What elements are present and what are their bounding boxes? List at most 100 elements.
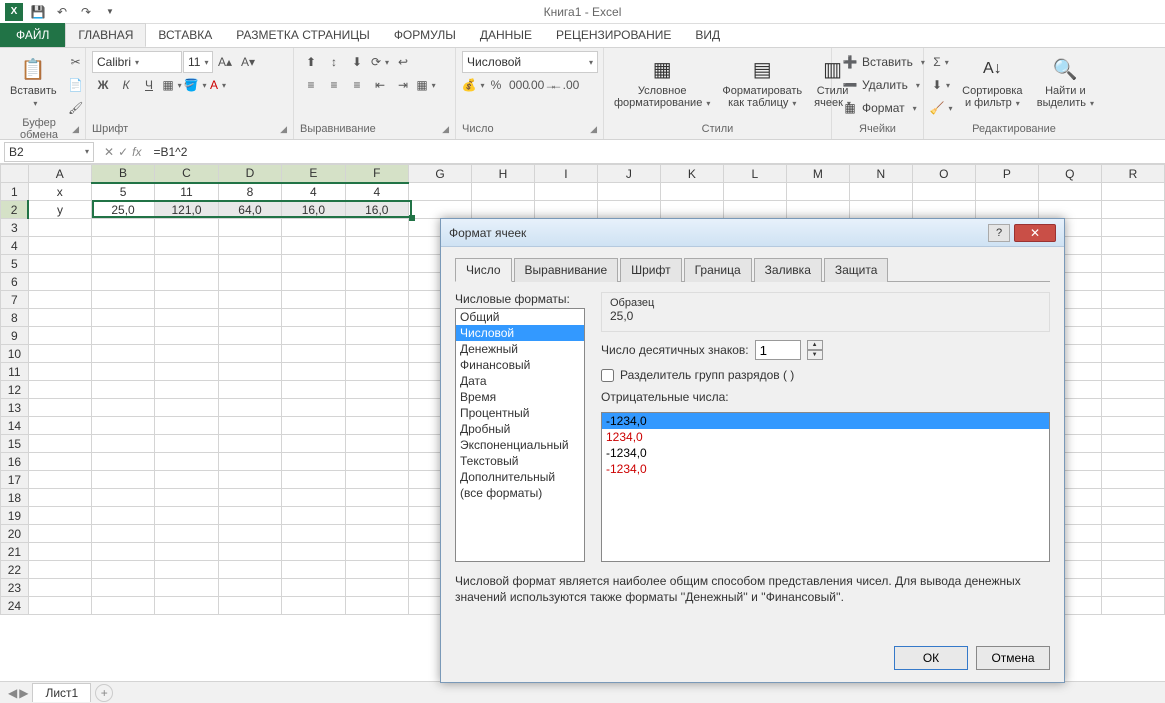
tab-formulas[interactable]: ФОРМУЛЫ — [382, 23, 468, 47]
negative-option[interactable]: -1234,0 — [602, 445, 1049, 461]
cell-C18[interactable] — [155, 489, 219, 507]
cell-K2[interactable] — [660, 201, 723, 219]
cell-I2[interactable] — [534, 201, 597, 219]
cell-E13[interactable] — [282, 399, 345, 417]
negative-numbers-list[interactable]: -1234,01234,0-1234,0-1234,0 — [601, 412, 1050, 562]
border-button[interactable]: ▦▾ — [161, 74, 183, 96]
fill-handle[interactable] — [409, 215, 415, 221]
accept-formula-icon[interactable]: ✓ — [118, 145, 128, 159]
cell-A17[interactable] — [28, 471, 91, 489]
row-header-4[interactable]: 4 — [1, 237, 29, 255]
col-header-J[interactable]: J — [597, 165, 660, 183]
cell-B6[interactable] — [91, 273, 154, 291]
shrink-font-icon[interactable]: A▾ — [237, 51, 259, 73]
cell-D5[interactable] — [218, 255, 281, 273]
redo-icon[interactable]: ↷ — [76, 2, 96, 22]
decrease-indent-icon[interactable]: ⇤ — [369, 74, 391, 96]
cell-A22[interactable] — [28, 561, 91, 579]
cell-F13[interactable] — [345, 399, 408, 417]
cell-F5[interactable] — [345, 255, 408, 273]
cell-B20[interactable] — [91, 525, 154, 543]
cell-R2[interactable] — [1101, 201, 1164, 219]
cell-F11[interactable] — [345, 363, 408, 381]
row-header-5[interactable]: 5 — [1, 255, 29, 273]
cell-R13[interactable] — [1101, 399, 1164, 417]
col-header-H[interactable]: H — [471, 165, 534, 183]
cell-B18[interactable] — [91, 489, 154, 507]
sheet-tab-1[interactable]: Лист1 — [32, 683, 91, 702]
col-header-P[interactable]: P — [975, 165, 1038, 183]
row-header-6[interactable]: 6 — [1, 273, 29, 291]
cell-A18[interactable] — [28, 489, 91, 507]
cell-M1[interactable] — [786, 183, 849, 201]
spin-up-icon[interactable]: ▲ — [807, 340, 823, 350]
cell-D14[interactable] — [218, 417, 281, 435]
cell-Q1[interactable] — [1038, 183, 1101, 201]
format-option[interactable]: Экспоненциальный — [456, 437, 584, 453]
cell-A1[interactable]: x — [28, 183, 91, 201]
cell-F3[interactable] — [345, 219, 408, 237]
cell-F4[interactable] — [345, 237, 408, 255]
number-launcher-icon[interactable]: ◢ — [590, 124, 597, 135]
cell-E6[interactable] — [282, 273, 345, 291]
dialog-tab-protection[interactable]: Защита — [824, 258, 889, 282]
cell-F8[interactable] — [345, 309, 408, 327]
dialog-tab-number[interactable]: Число — [455, 258, 512, 282]
format-painter-icon[interactable]: 🖌 — [65, 97, 87, 119]
cell-A4[interactable] — [28, 237, 91, 255]
cell-F23[interactable] — [345, 579, 408, 597]
format-as-table-button[interactable]: ▤ Форматировать как таблицу▾ — [718, 51, 806, 111]
cell-Q2[interactable] — [1038, 201, 1101, 219]
cell-G2[interactable] — [408, 201, 471, 219]
cell-R1[interactable] — [1101, 183, 1164, 201]
underline-button[interactable]: Ч — [138, 74, 160, 96]
cell-D7[interactable] — [218, 291, 281, 309]
sort-filter-button[interactable]: A↓ Сортировка и фильтр▾ — [956, 51, 1029, 111]
cell-C13[interactable] — [155, 399, 219, 417]
row-header-7[interactable]: 7 — [1, 291, 29, 309]
cell-B24[interactable] — [91, 597, 154, 615]
cell-F14[interactable] — [345, 417, 408, 435]
cut-icon[interactable]: ✂ — [65, 51, 87, 73]
row-header-1[interactable]: 1 — [1, 183, 29, 201]
cell-R24[interactable] — [1101, 597, 1164, 615]
cell-A3[interactable] — [28, 219, 91, 237]
cell-D15[interactable] — [218, 435, 281, 453]
align-middle-icon[interactable]: ↕ — [323, 51, 345, 73]
wrap-text-icon[interactable]: ↩ — [392, 51, 414, 73]
percent-icon[interactable]: % — [485, 74, 507, 96]
cell-A13[interactable] — [28, 399, 91, 417]
cell-L1[interactable] — [723, 183, 786, 201]
cell-E1[interactable]: 4 — [282, 183, 345, 201]
insert-cells-button[interactable]: ➕Вставить▾ — [838, 51, 929, 73]
cell-E9[interactable] — [282, 327, 345, 345]
cell-F9[interactable] — [345, 327, 408, 345]
col-header-R[interactable]: R — [1101, 165, 1164, 183]
cell-B3[interactable] — [91, 219, 154, 237]
dialog-help-button[interactable]: ? — [988, 224, 1010, 242]
tab-page-layout[interactable]: РАЗМЕТКА СТРАНИЦЫ — [224, 23, 382, 47]
cell-B13[interactable] — [91, 399, 154, 417]
format-option[interactable]: Общий — [456, 309, 584, 325]
italic-button[interactable]: К — [115, 74, 137, 96]
cell-F15[interactable] — [345, 435, 408, 453]
cell-B19[interactable] — [91, 507, 154, 525]
cell-R14[interactable] — [1101, 417, 1164, 435]
qat-customize-icon[interactable]: ▼ — [100, 2, 120, 22]
cell-F18[interactable] — [345, 489, 408, 507]
cell-D12[interactable] — [218, 381, 281, 399]
cell-C19[interactable] — [155, 507, 219, 525]
cell-C17[interactable] — [155, 471, 219, 489]
cell-R6[interactable] — [1101, 273, 1164, 291]
cell-E19[interactable] — [282, 507, 345, 525]
dialog-tab-alignment[interactable]: Выравнивание — [514, 258, 619, 282]
cell-R8[interactable] — [1101, 309, 1164, 327]
cell-C5[interactable] — [155, 255, 219, 273]
cell-R19[interactable] — [1101, 507, 1164, 525]
row-header-15[interactable]: 15 — [1, 435, 29, 453]
cell-B22[interactable] — [91, 561, 154, 579]
cell-M2[interactable] — [786, 201, 849, 219]
sheet-next-icon[interactable]: ▶ — [19, 686, 28, 700]
cell-C20[interactable] — [155, 525, 219, 543]
cell-D23[interactable] — [218, 579, 281, 597]
